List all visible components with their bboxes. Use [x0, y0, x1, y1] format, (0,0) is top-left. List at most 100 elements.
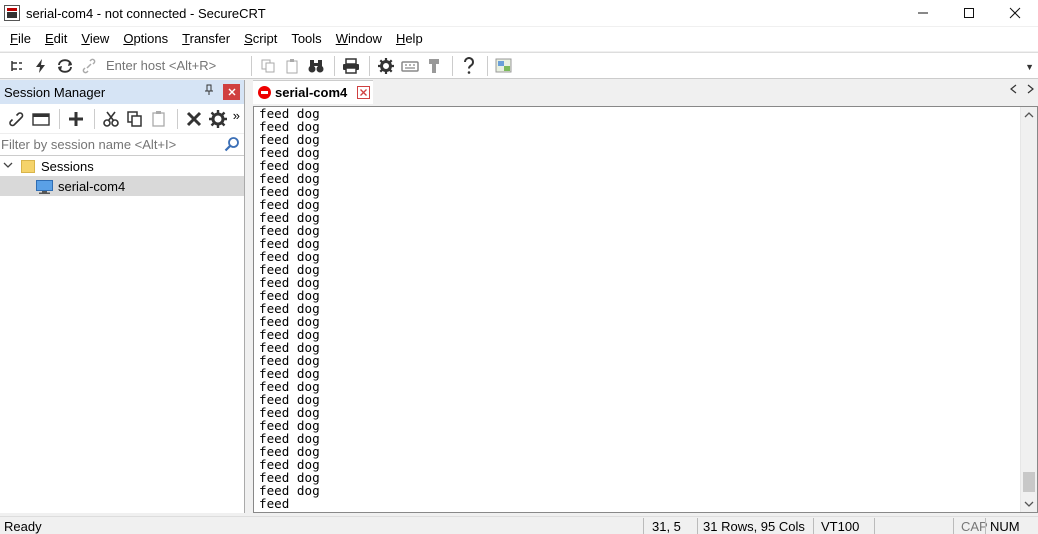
terminal-pane: serial-com4 feed dog feed dog feed dog feed… — [253, 80, 1038, 513]
close-icon — [360, 89, 367, 96]
session-filter-input[interactable] — [0, 137, 210, 152]
toolbar-overflow-icon[interactable]: ▼ — [1025, 62, 1034, 72]
menu-label: Tools — [291, 31, 322, 46]
menu-label: ptions — [133, 31, 169, 46]
session-options-gear-icon[interactable] — [375, 55, 397, 77]
properties-gear-icon[interactable] — [207, 108, 229, 130]
toolbar-divider — [59, 108, 60, 129]
pin-icon[interactable] — [204, 84, 214, 99]
disconnected-icon — [258, 86, 271, 99]
print-icon[interactable] — [340, 55, 362, 77]
menu-tools[interactable]: Tools — [284, 27, 328, 51]
tab-serial-com4[interactable]: serial-com4 — [253, 80, 373, 104]
keymap-keyboard-icon[interactable] — [399, 55, 421, 77]
copy-icon[interactable] — [257, 55, 279, 77]
sftp-image-icon[interactable] — [493, 55, 515, 77]
enter-host-input[interactable] — [106, 58, 246, 73]
menu-edit[interactable]: Edit — [38, 27, 74, 51]
toolbar-divider — [251, 55, 252, 76]
paste-session-icon[interactable] — [148, 108, 170, 130]
menu-label: cript — [252, 31, 278, 46]
tab-scroll-right-icon[interactable] — [1027, 84, 1034, 97]
status-emulation: VT100 — [821, 519, 860, 534]
tree-session-label: serial-com4 — [58, 178, 126, 194]
minimize-button[interactable] — [900, 0, 946, 26]
disconnect-icon[interactable] — [78, 55, 100, 77]
connect-in-tab-icon[interactable] — [30, 108, 52, 130]
tree-folder-label: Sessions — [41, 158, 94, 174]
tab-scroll-left-icon[interactable] — [1010, 84, 1017, 97]
tab-close-button[interactable] — [357, 86, 370, 99]
tree-session-serial-com4[interactable]: serial-com4 — [0, 176, 244, 196]
maximize-icon — [964, 8, 974, 18]
terminal-scrollbar[interactable] — [1020, 107, 1037, 512]
terminal-screen[interactable]: feed dog feed dog feed dog feed dog feed dog… — [253, 106, 1038, 513]
scroll-down-icon[interactable] — [1024, 500, 1034, 511]
menu-label: ransfer — [189, 31, 231, 46]
quick-connect-icon[interactable] — [30, 55, 52, 77]
status-divider — [697, 518, 698, 534]
menu-label: ile — [17, 31, 31, 46]
status-ready: Ready — [4, 519, 42, 534]
menu-label: elp — [405, 31, 423, 46]
search-icon[interactable] — [224, 136, 240, 152]
copy-session-icon[interactable] — [124, 108, 146, 130]
toolbar-divider — [369, 55, 370, 76]
menu-view[interactable]: View — [74, 27, 116, 51]
toolbar-divider — [452, 55, 453, 76]
menu-accel: E — [44, 31, 54, 46]
securecrt-app-icon[interactable] — [4, 5, 20, 21]
session-manager-header: Session Manager — [0, 80, 244, 104]
session-manager-toolbar: » — [0, 104, 244, 134]
cut-scissors-icon[interactable] — [100, 108, 122, 130]
toolbar-divider — [177, 108, 178, 129]
menu-accel: O — [123, 31, 134, 46]
more-tools-chevron-icon[interactable]: » — [233, 108, 240, 123]
main-toolbar: ▼ — [0, 52, 1038, 79]
close-session-manager-button[interactable] — [223, 84, 240, 100]
pane-splitter[interactable] — [245, 80, 253, 513]
close-button[interactable] — [992, 0, 1038, 26]
menu-accel: W — [335, 31, 348, 46]
menu-script[interactable]: Script — [237, 27, 284, 51]
session-manager-pane: Session Manager » Filter by session name… — [0, 80, 245, 513]
help-icon[interactable] — [458, 55, 480, 77]
minimize-icon — [918, 12, 928, 14]
delete-x-icon[interactable] — [183, 108, 205, 130]
keygen-key-icon[interactable] — [423, 55, 445, 77]
maximize-button[interactable] — [946, 0, 992, 26]
menu-accel: V — [81, 31, 90, 46]
menu-options[interactable]: Options — [116, 27, 175, 51]
tab-navigation — [1010, 84, 1034, 97]
menu-label: indow — [347, 31, 382, 46]
close-icon — [1009, 7, 1021, 19]
menu-help[interactable]: Help — [389, 27, 430, 51]
tree-folder-sessions[interactable]: Sessions — [0, 156, 244, 176]
status-bar: Ready 31, 5 31 Rows, 95 Cols VT100 CAP N… — [0, 516, 1038, 534]
menu-label: dit — [53, 31, 68, 46]
reconnect-icon[interactable] — [54, 55, 76, 77]
menu-window[interactable]: Window — [329, 27, 389, 51]
close-icon — [228, 88, 235, 96]
status-divider — [643, 518, 644, 534]
connect-sessions-icon[interactable] — [6, 55, 28, 77]
new-session-plus-icon[interactable] — [65, 108, 87, 130]
toolbar-divider — [487, 55, 488, 76]
menu-accel: S — [244, 31, 253, 46]
menu-file[interactable]: File — [3, 27, 38, 51]
status-num-lock: NUM — [990, 519, 1020, 534]
tab-label: serial-com4 — [275, 85, 348, 100]
menu-accel: H — [395, 31, 406, 46]
folder-icon — [21, 159, 35, 173]
scroll-up-icon[interactable] — [1024, 110, 1034, 121]
menu-bar: File Edit View Options Transfer Script T… — [0, 27, 1038, 51]
status-cursor-position: 31, 5 — [652, 519, 681, 534]
chevron-down-icon[interactable] — [3, 160, 17, 172]
toolbar-divider — [334, 55, 335, 76]
menu-transfer[interactable]: Transfer — [175, 27, 237, 51]
scrollbar-thumb[interactable] — [1023, 472, 1035, 492]
paste-icon[interactable] — [281, 55, 303, 77]
find-binoculars-icon[interactable] — [305, 55, 327, 77]
connect-link-icon[interactable] — [6, 108, 28, 130]
status-divider — [953, 518, 954, 534]
